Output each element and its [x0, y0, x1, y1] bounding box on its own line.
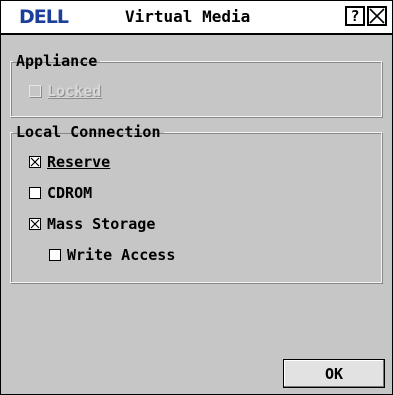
help-button[interactable]: ? [345, 6, 365, 26]
checked-box-icon [29, 218, 41, 230]
close-button[interactable] [367, 6, 387, 26]
ok-button[interactable]: OK [283, 359, 385, 388]
locked-label: Locked [47, 82, 102, 100]
dell-logo: DELL [19, 6, 69, 28]
locked-checkbox-box [29, 85, 41, 97]
mass-storage-label: Mass Storage [47, 215, 156, 233]
window-title: Virtual Media [125, 7, 251, 26]
appliance-legend: Appliance [16, 52, 98, 70]
unchecked-box-icon [29, 187, 41, 199]
checked-box-icon [29, 156, 41, 168]
unchecked-box-icon [49, 249, 61, 261]
write-access-label: Write Access [67, 246, 176, 264]
local-connection-legend: Local Connection [16, 123, 161, 141]
locked-checkbox[interactable]: Locked [29, 82, 101, 100]
title-bar: DELL Virtual Media ? [1, 1, 392, 35]
cdrom-checkbox[interactable]: CDROM [29, 184, 92, 202]
reserve-label: Reserve [47, 153, 111, 171]
mass-storage-checkbox[interactable]: Mass Storage [29, 215, 155, 233]
write-access-checkbox[interactable]: Write Access [49, 246, 175, 264]
virtual-media-dialog: DELL Virtual Media ? Appliance Locked Lo… [0, 0, 393, 395]
close-icon [369, 8, 385, 24]
reserve-checkbox[interactable]: Reserve [29, 153, 110, 171]
cdrom-label: CDROM [47, 184, 93, 202]
